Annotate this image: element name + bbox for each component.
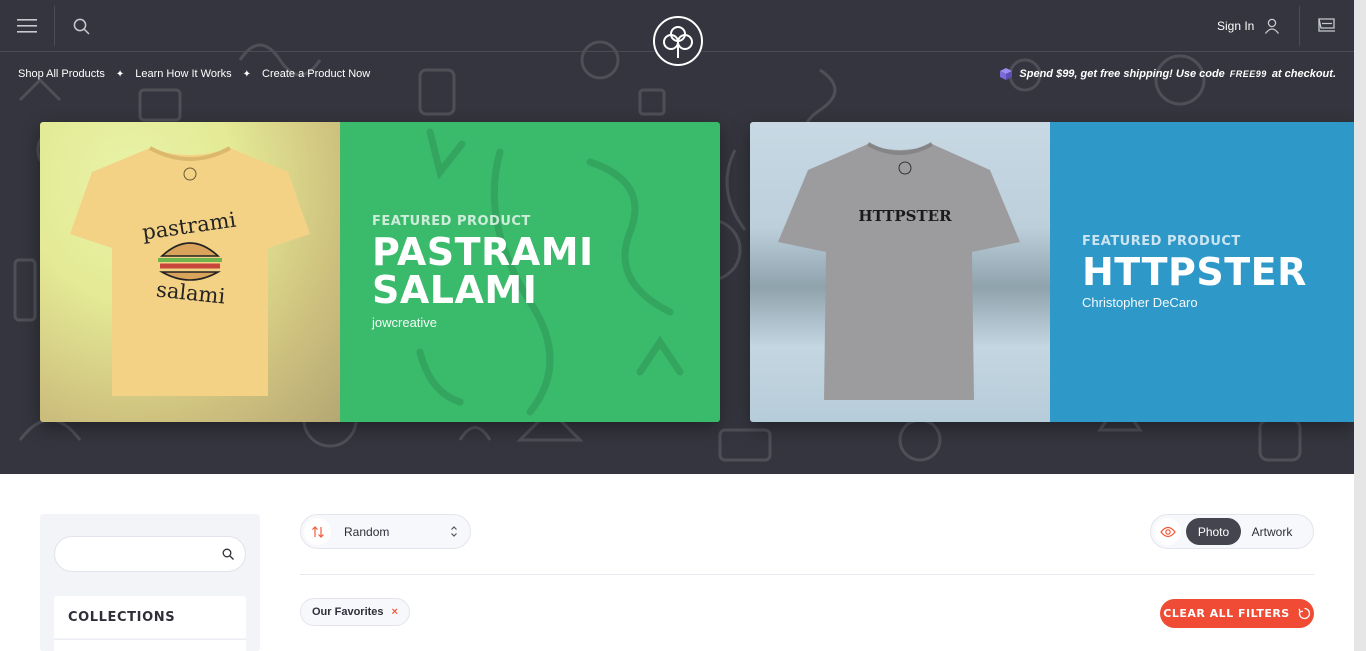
sidebar-search [54,536,246,572]
search-icon [73,18,90,35]
cotton-bureau-logo-icon [653,16,703,66]
sort-select[interactable]: Random [300,514,471,549]
clear-all-filters-button[interactable]: CLEAR ALL FILTERS [1160,599,1314,628]
search-button[interactable] [66,11,96,41]
featured-info-panel: FEATURED PRODUCT HTTPSTER Christopher De… [1050,122,1354,422]
featured-info-panel: FEATURED PRODUCT PASTRAMI SALAMI jowcrea… [340,122,720,422]
user-icon [1265,18,1280,34]
featured-eyebrow: FEATURED PRODUCT [1082,234,1241,249]
promo-prefix: Spend $99, get free shipping! Use code [1019,68,1225,80]
eye-icon-wrap [1154,518,1181,545]
nav-separator: ✦ [115,68,125,80]
shop-all-products-link[interactable]: Shop All Products [18,68,105,80]
view-option-artwork[interactable]: Artwork [1242,518,1302,545]
tshirt-image: HTTPSTER [778,142,1020,400]
filter-chip-label: Our Favorites [312,606,384,618]
photo-artwork-toggle: Photo Artwork [1150,514,1314,549]
cart-button[interactable] [1314,12,1340,40]
product-photo: pastrami salami [40,122,340,422]
chevron-updown-icon [451,526,457,537]
featured-title: HTTPSTER [1082,250,1307,294]
create-a-product-link[interactable]: Create a Product Now [262,68,370,80]
nav-separator: ✦ [242,68,252,80]
featured-text-block: FEATURED PRODUCT PASTRAMI SALAMI jowcrea… [372,214,720,330]
shirt-print: HTTPSTER [858,207,952,225]
promo-suffix: at checkout. [1271,68,1336,80]
sort-arrows-icon [311,525,324,538]
collections-list [54,639,246,651]
learn-how-it-works-link[interactable]: Learn How It Works [135,68,231,80]
free-shipping-promo: Spend $99, get free shipping! Use code F… [998,67,1336,81]
featured-author[interactable]: Christopher DeCaro [1082,295,1354,310]
featured-title-line1: PASTRAMI [372,230,594,274]
featured-card-pastrami-salami[interactable]: pastrami salami FEATURED PRODUCT PASTRAM… [40,122,720,422]
eye-icon [1159,526,1176,537]
featured-eyebrow: FEATURED PRODUCT [372,214,531,229]
featured-title-line2: SALAMI [372,268,538,312]
site-logo[interactable] [652,15,704,67]
featured-card-httpster[interactable]: HTTPSTER FEATURED PRODUCT HTTPSTER Chris… [750,122,1354,422]
clear-all-filters-label: CLEAR ALL FILTERS [1163,607,1290,620]
secondary-nav: Shop All Products ✦ Learn How It Works ✦… [18,68,370,80]
sort-icon-wrap [304,518,331,545]
product-photo: HTTPSTER [750,122,1050,422]
hero-section: Sign In Shop All Products ✦ Learn How It… [0,0,1354,474]
collections-heading[interactable]: COLLECTIONS [54,596,246,638]
sign-in-label: Sign In [1217,19,1255,33]
sort-selected-value: Random [344,524,390,539]
hamburger-icon [17,19,37,33]
page-scrollbar[interactable] [1354,0,1366,651]
cart-icon [1318,18,1335,32]
search-icon[interactable] [222,548,234,560]
featured-author[interactable]: jowcreative [372,315,720,330]
menu-button[interactable] [12,11,42,41]
reset-icon [1298,607,1310,620]
shipping-box-icon [1000,68,1013,80]
tshirt-image: pastrami salami [70,146,310,396]
remove-filter-icon[interactable]: × [392,606,398,618]
filter-chip-our-favorites: Our Favorites × [300,598,410,626]
divider [54,6,55,46]
sidebar-search-input[interactable] [69,537,219,571]
view-option-photo[interactable]: Photo [1186,518,1241,545]
divider [300,574,1314,575]
sign-in-link[interactable]: Sign In [1217,16,1280,36]
filter-sidebar: COLLECTIONS [40,514,260,651]
promo-code: FREE99 [1229,69,1267,79]
divider [1299,6,1300,46]
